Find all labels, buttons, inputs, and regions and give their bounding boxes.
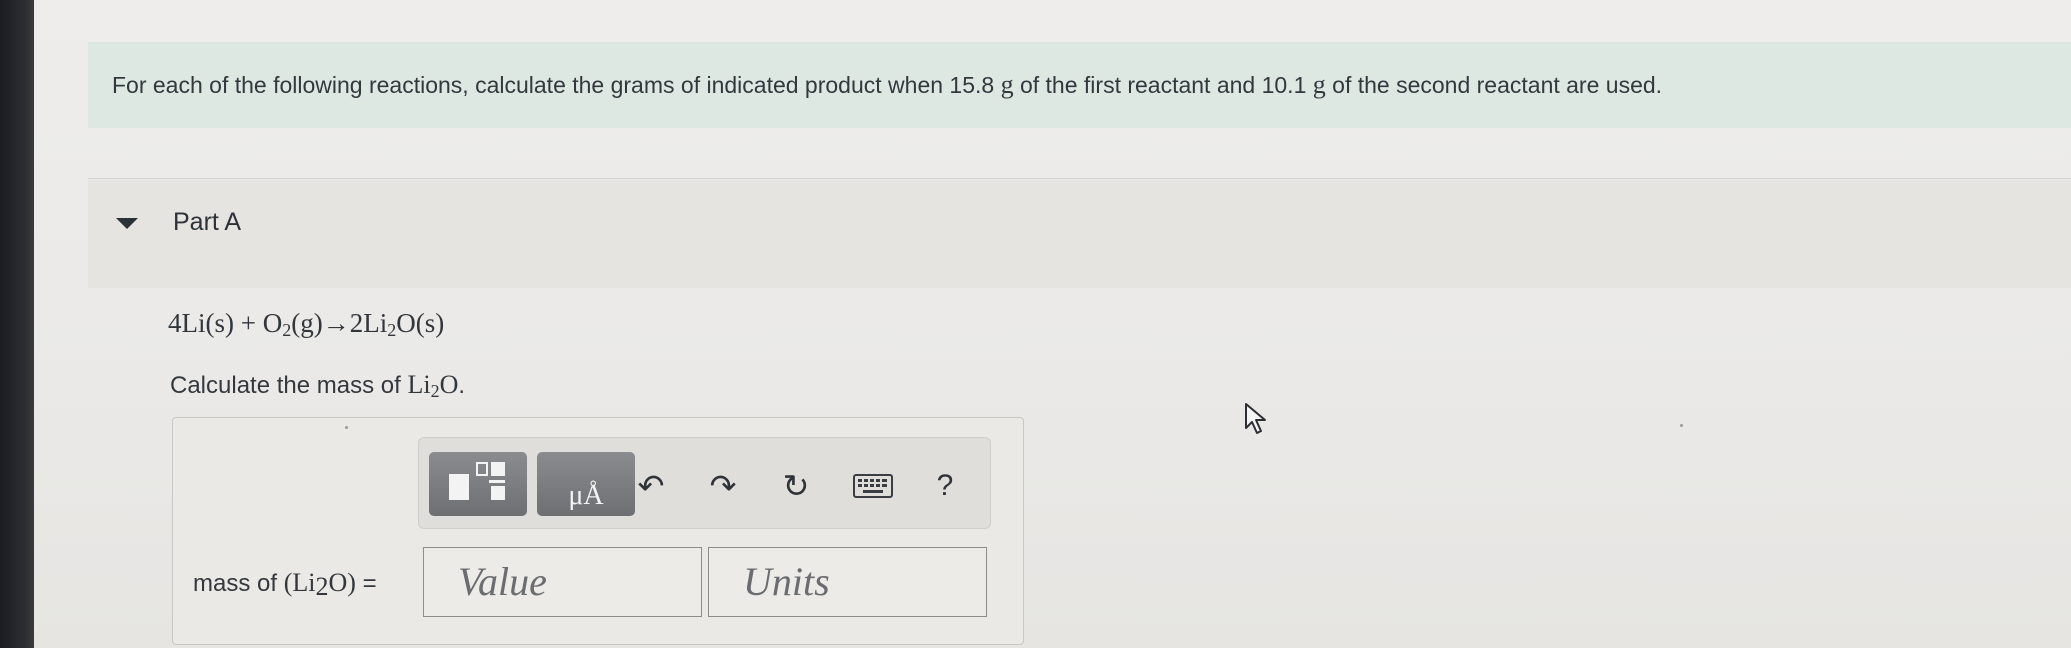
redo-icon[interactable]: ↷ bbox=[703, 466, 743, 506]
part-title[interactable]: Part A bbox=[173, 208, 241, 237]
part-a-header[interactable] bbox=[88, 180, 2071, 288]
screen-bezel bbox=[0, 0, 34, 648]
section-divider bbox=[88, 178, 2071, 179]
screen-speck bbox=[345, 426, 348, 429]
help-icon[interactable]: ? bbox=[925, 466, 965, 506]
problem-intro-text: For each of the following reactions, cal… bbox=[112, 70, 1663, 99]
undo-icon[interactable]: ↶ bbox=[631, 466, 671, 506]
mouse-pointer-icon bbox=[1244, 402, 1270, 441]
keyboard-icon[interactable] bbox=[850, 466, 896, 506]
units-input[interactable]: Units bbox=[708, 547, 987, 617]
question-prompt: Calculate the mass of Li2O. bbox=[170, 370, 466, 401]
reaction-equation: 4Li(s) + O2(g)→2Li2O(s) bbox=[168, 308, 445, 340]
mass-label: mass of (Li2O) = bbox=[193, 568, 377, 601]
units-button[interactable]: μÅ bbox=[537, 452, 635, 516]
reset-icon[interactable]: ↻ bbox=[776, 466, 816, 506]
screen-speck bbox=[1680, 424, 1683, 427]
value-input[interactable]: Value bbox=[423, 547, 702, 617]
caret-down-icon[interactable] bbox=[116, 218, 138, 229]
templates-button[interactable] bbox=[429, 452, 527, 516]
units-icon: μÅ bbox=[568, 480, 604, 511]
